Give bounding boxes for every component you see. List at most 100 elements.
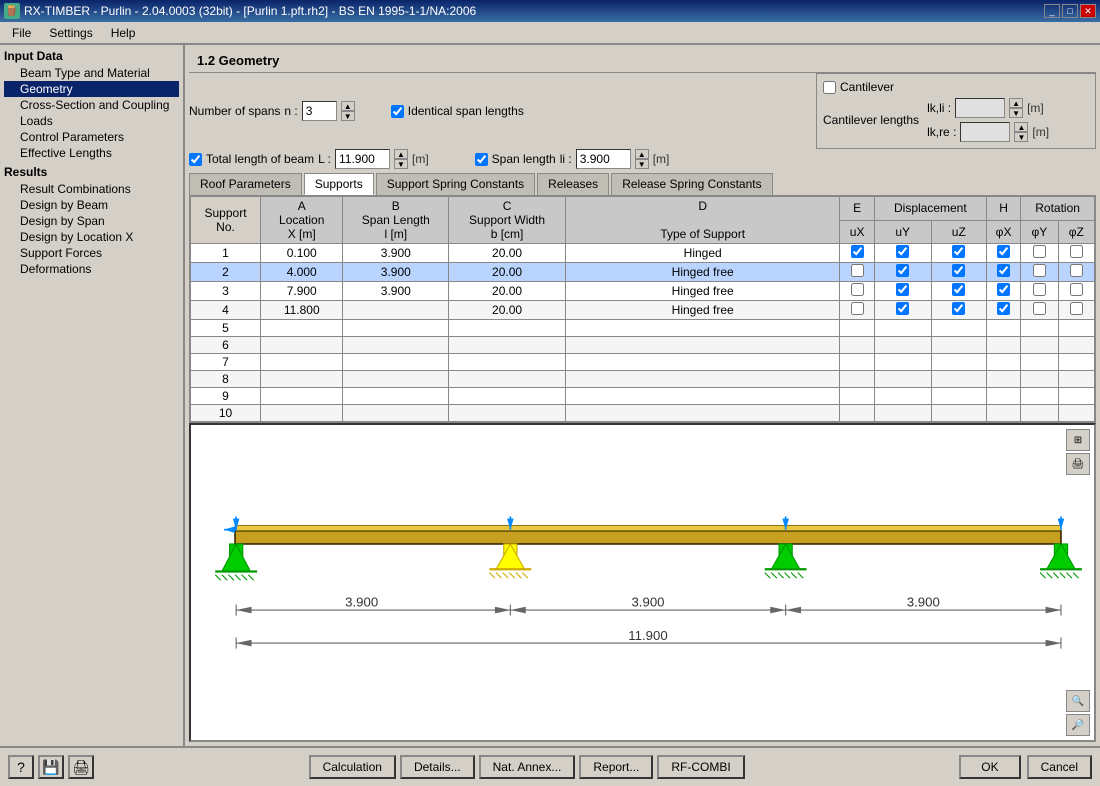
- sidebar-item-effective-lengths[interactable]: Effective Lengths: [4, 145, 179, 161]
- cell-phiz[interactable]: [1058, 263, 1094, 282]
- cell-uy[interactable]: [874, 282, 931, 301]
- lk-li-spinner[interactable]: ▲ ▼: [1009, 98, 1023, 118]
- cb-phiz-3[interactable]: [1070, 283, 1083, 296]
- lk-li-up[interactable]: ▲: [1009, 98, 1023, 108]
- cell-phiz[interactable]: [1058, 282, 1094, 301]
- cb-phiy-4[interactable]: [1033, 302, 1046, 315]
- cb-phix-2[interactable]: [997, 264, 1010, 277]
- minimize-btn[interactable]: _: [1044, 4, 1060, 18]
- cell-phiy[interactable]: [1021, 301, 1058, 320]
- cell-phix[interactable]: [986, 244, 1020, 263]
- cb-uy-2[interactable]: [896, 264, 909, 277]
- cb-phiy-3[interactable]: [1033, 283, 1046, 296]
- cell-phix[interactable]: [986, 301, 1020, 320]
- cb-phix-4[interactable]: [997, 302, 1010, 315]
- cb-ux-3[interactable]: [851, 283, 864, 296]
- rf-combi-button[interactable]: RF-COMBI: [657, 755, 744, 779]
- calculation-button[interactable]: Calculation: [309, 755, 396, 779]
- tab-roof-parameters[interactable]: Roof Parameters: [189, 173, 302, 195]
- cell-uy[interactable]: [874, 244, 931, 263]
- close-btn[interactable]: ✕: [1080, 4, 1096, 18]
- menu-settings[interactable]: Settings: [41, 24, 100, 42]
- cb-phiy-1[interactable]: [1033, 245, 1046, 258]
- cell-phiz[interactable]: [1058, 244, 1094, 263]
- table-row[interactable]: 3 7.900 3.900 20.00 Hinged free: [191, 282, 1095, 301]
- cantilever-checkbox[interactable]: [823, 81, 836, 94]
- cb-phiz-2[interactable]: [1070, 264, 1083, 277]
- menu-help[interactable]: Help: [103, 24, 144, 42]
- identical-span-checkbox[interactable]: [391, 105, 404, 118]
- cb-uz-1[interactable]: [952, 245, 965, 258]
- cb-uy-1[interactable]: [896, 245, 909, 258]
- tab-release-spring-constants[interactable]: Release Spring Constants: [611, 173, 772, 195]
- span-length-checkbox[interactable]: [475, 153, 488, 166]
- cell-uz[interactable]: [931, 263, 986, 282]
- cell-phix[interactable]: [986, 282, 1020, 301]
- total-length-down[interactable]: ▼: [394, 159, 408, 169]
- cell-ux[interactable]: [840, 301, 874, 320]
- cell-uz[interactable]: [931, 244, 986, 263]
- cell-phiz[interactable]: [1058, 301, 1094, 320]
- cb-uz-4[interactable]: [952, 302, 965, 315]
- span-length-down[interactable]: ▼: [635, 159, 649, 169]
- num-spans-down[interactable]: ▼: [341, 111, 355, 121]
- span-length-spinner[interactable]: ▲ ▼: [635, 149, 649, 169]
- sidebar-item-cross-section[interactable]: Cross-Section and Coupling: [4, 97, 179, 113]
- zoom-in-btn[interactable]: 🔍: [1066, 690, 1090, 712]
- tab-support-spring-constants[interactable]: Support Spring Constants: [376, 173, 535, 195]
- table-row[interactable]: 2 4.000 3.900 20.00 Hinged free: [191, 263, 1095, 282]
- cb-uz-3[interactable]: [952, 283, 965, 296]
- lk-li-input[interactable]: [955, 98, 1005, 118]
- lk-re-input[interactable]: [960, 122, 1010, 142]
- num-spans-up[interactable]: ▲: [341, 101, 355, 111]
- save-icon-btn[interactable]: 💾: [38, 755, 64, 779]
- cell-phiy[interactable]: [1021, 244, 1058, 263]
- cb-phiz-4[interactable]: [1070, 302, 1083, 315]
- tab-supports[interactable]: Supports: [304, 173, 374, 195]
- sidebar-item-beam-type[interactable]: Beam Type and Material: [4, 65, 179, 81]
- num-spans-input[interactable]: [302, 101, 337, 121]
- cell-uz[interactable]: [931, 282, 986, 301]
- maximize-btn[interactable]: □: [1062, 4, 1078, 18]
- sidebar-item-result-combinations[interactable]: Result Combinations: [4, 181, 179, 197]
- help-icon-btn[interactable]: ?: [8, 755, 34, 779]
- sidebar-item-design-by-beam[interactable]: Design by Beam: [4, 197, 179, 213]
- num-spans-spinner[interactable]: ▲ ▼: [341, 101, 355, 121]
- cell-ux[interactable]: [840, 244, 874, 263]
- cell-phiy[interactable]: [1021, 263, 1058, 282]
- sidebar-item-design-by-span[interactable]: Design by Span: [4, 213, 179, 229]
- cb-phix-1[interactable]: [997, 245, 1010, 258]
- report-button[interactable]: Report...: [579, 755, 653, 779]
- sidebar-item-design-by-location[interactable]: Design by Location X: [4, 229, 179, 245]
- table-row[interactable]: 1 0.100 3.900 20.00 Hinged: [191, 244, 1095, 263]
- ok-button[interactable]: OK: [959, 755, 1020, 779]
- lk-re-down[interactable]: ▼: [1014, 132, 1028, 142]
- total-length-input[interactable]: [335, 149, 390, 169]
- cb-phix-3[interactable]: [997, 283, 1010, 296]
- sidebar-item-support-forces[interactable]: Support Forces: [4, 245, 179, 261]
- total-length-up[interactable]: ▲: [394, 149, 408, 159]
- cell-ux[interactable]: [840, 263, 874, 282]
- diagram-btn-2[interactable]: 🖨: [1066, 453, 1090, 475]
- cb-uy-4[interactable]: [896, 302, 909, 315]
- table-row[interactable]: 4 11.800 20.00 Hinged free: [191, 301, 1095, 320]
- cb-ux-2[interactable]: [851, 264, 864, 277]
- print-icon-btn[interactable]: 🖨: [68, 755, 94, 779]
- sidebar-item-deformations[interactable]: Deformations: [4, 261, 179, 277]
- sidebar-item-loads[interactable]: Loads: [4, 113, 179, 129]
- cb-phiz-1[interactable]: [1070, 245, 1083, 258]
- sidebar-item-control-params[interactable]: Control Parameters: [4, 129, 179, 145]
- cancel-button[interactable]: Cancel: [1027, 755, 1092, 779]
- lk-li-down[interactable]: ▼: [1009, 108, 1023, 118]
- lk-re-spinner[interactable]: ▲ ▼: [1014, 122, 1028, 142]
- cb-phiy-2[interactable]: [1033, 264, 1046, 277]
- lk-re-up[interactable]: ▲: [1014, 122, 1028, 132]
- details-button[interactable]: Details...: [400, 755, 475, 779]
- cb-ux-1[interactable]: [851, 245, 864, 258]
- span-length-input[interactable]: [576, 149, 631, 169]
- nat-annex-button[interactable]: Nat. Annex...: [479, 755, 576, 779]
- zoom-out-btn[interactable]: 🔎: [1066, 714, 1090, 736]
- cell-uy[interactable]: [874, 263, 931, 282]
- cell-uy[interactable]: [874, 301, 931, 320]
- cb-ux-4[interactable]: [851, 302, 864, 315]
